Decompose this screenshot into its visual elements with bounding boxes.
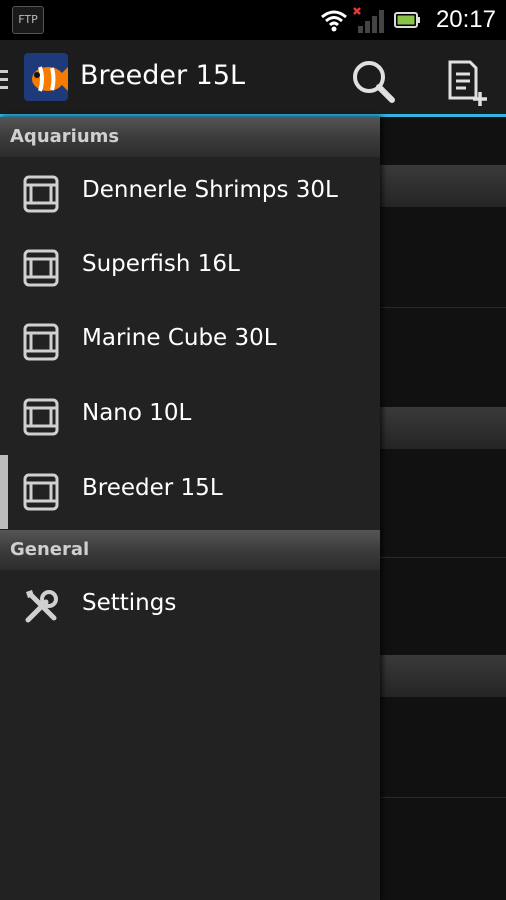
settings-icon [25, 590, 58, 623]
signal-icon [353, 7, 384, 33]
section-title: Aquariums [10, 126, 120, 147]
content-header [380, 655, 506, 697]
add-note-icon[interactable] [440, 58, 492, 108]
drawer-item-label: Breeder 15L [82, 475, 223, 501]
section-header-aquariums: Aquariums [0, 117, 380, 157]
drawer-item-label: Settings [82, 590, 177, 616]
battery-icon [394, 12, 420, 28]
drawer-item-breeder-15l[interactable]: Breeder 15L [0, 455, 380, 529]
aquarium-icon [23, 398, 59, 436]
aquarium-icon [23, 249, 59, 287]
drawer-item-label: Marine Cube 30L [82, 325, 277, 351]
aquarium-icon [23, 323, 59, 361]
clock: 20:17 [435, 6, 496, 33]
drawer-item-nano-10l[interactable]: Nano 10L [0, 380, 380, 454]
search-icon[interactable] [346, 56, 402, 108]
drawer-item-dennerle-shrimps-30l[interactable]: Dennerle Shrimps 30L [0, 157, 380, 231]
drawer-item-label: Nano 10L [82, 400, 192, 426]
action-bar-title: Breeder 15L [80, 60, 246, 91]
main-content [380, 117, 506, 900]
content-divider [380, 797, 506, 798]
content-divider [380, 307, 506, 308]
drawer-indicator-icon[interactable] [0, 68, 10, 92]
wifi-icon [321, 10, 347, 32]
section-header-general: General [0, 530, 380, 570]
action-bar [0, 40, 506, 114]
drawer-item-label: Superfish 16L [82, 251, 240, 277]
status-bar: FTP 20:17 [0, 0, 506, 40]
content-header [380, 407, 506, 449]
drawer-item-label: Dennerle Shrimps 30L [82, 177, 338, 203]
content-divider [380, 557, 506, 558]
drawer-item-superfish-16l[interactable]: Superfish 16L [0, 231, 380, 305]
selected-item-indicator [0, 455, 8, 529]
aquarium-icon [23, 175, 59, 213]
navigation-drawer: Aquariums Dennerle Shrimps 30L Superfish… [0, 117, 380, 900]
aquarium-icon [23, 473, 59, 511]
ftp-notification-icon: FTP [12, 6, 44, 34]
app-logo-icon[interactable] [24, 53, 68, 101]
drawer-item-marine-cube-30l[interactable]: Marine Cube 30L [0, 305, 380, 379]
section-title: General [10, 539, 90, 560]
drawer-item-settings[interactable]: Settings [0, 570, 380, 644]
content-header [380, 165, 506, 207]
